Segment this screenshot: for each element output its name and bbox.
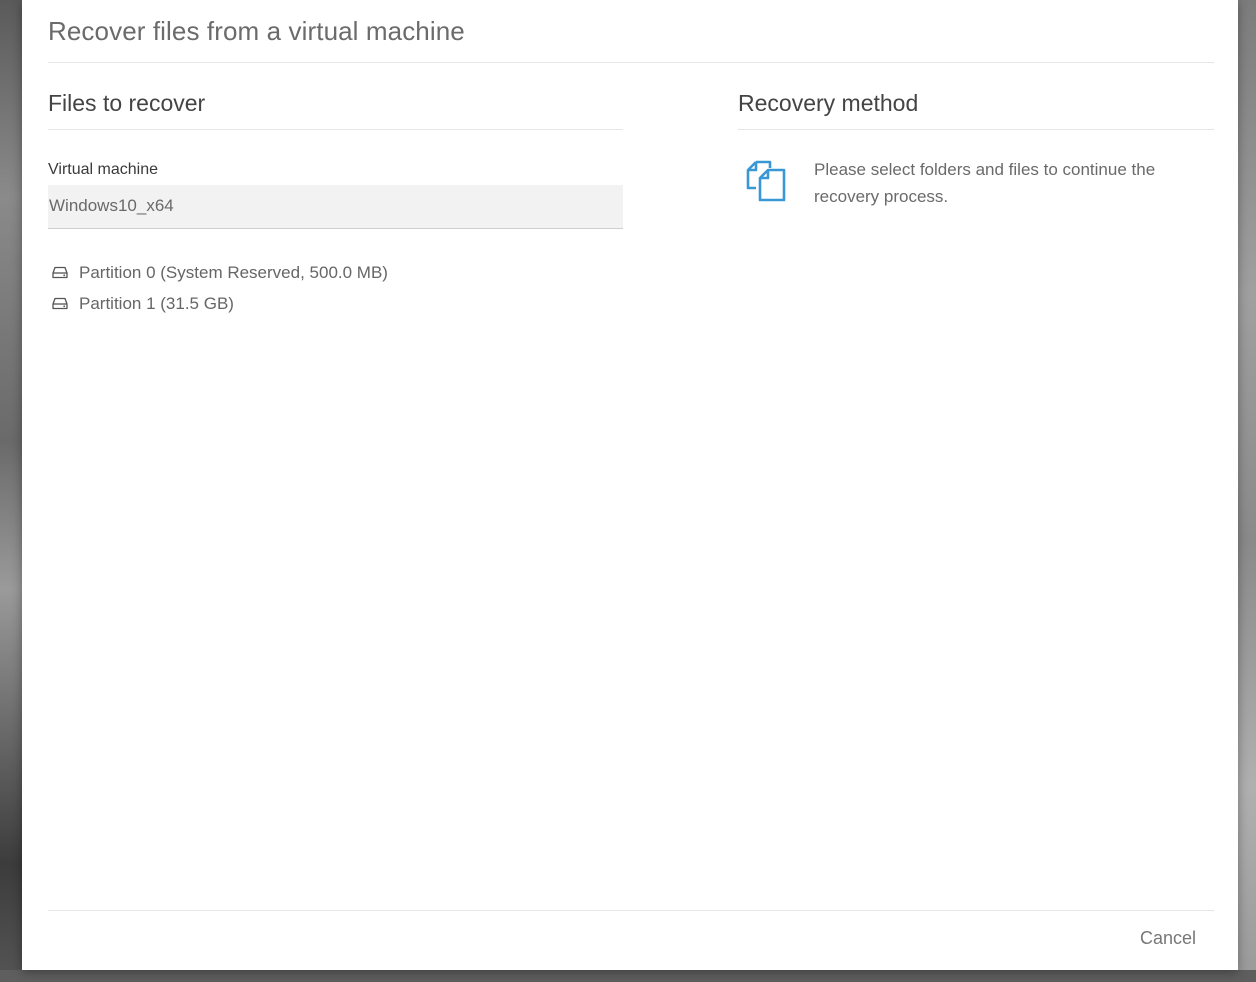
hard-drive-icon bbox=[52, 296, 74, 312]
files-to-recover-title: Files to recover bbox=[48, 90, 206, 116]
files-to-recover-section: Files to recover Virtual machine Windows… bbox=[48, 88, 623, 319]
background-bottom bbox=[0, 970, 1256, 982]
background-right bbox=[1238, 0, 1256, 982]
virtual-machine-label: Virtual machine bbox=[48, 161, 158, 178]
section-divider bbox=[738, 129, 1214, 130]
background-left bbox=[0, 0, 22, 982]
recovery-method-title: Recovery method bbox=[738, 90, 919, 116]
recovery-method-message: Please select folders and files to conti… bbox=[814, 160, 1156, 206]
partition-item-1[interactable]: Partition 1 (31.5 GB) bbox=[48, 288, 623, 319]
hard-drive-icon bbox=[52, 265, 74, 281]
recovery-method-section: Recovery method Please select folders an… bbox=[738, 88, 1214, 210]
virtual-machine-field: Windows10_x64 bbox=[48, 185, 623, 229]
partition-item-0[interactable]: Partition 0 (System Reserved, 500.0 MB) bbox=[48, 257, 623, 288]
copy-files-icon bbox=[742, 156, 796, 208]
partition-list: Partition 0 (System Reserved, 500.0 MB) … bbox=[48, 257, 623, 319]
dialog-title: Recover files from a virtual machine bbox=[48, 16, 465, 46]
cancel-button[interactable]: Cancel bbox=[1140, 928, 1196, 949]
partition-label: Partition 0 (System Reserved, 500.0 MB) bbox=[79, 262, 388, 282]
section-divider bbox=[48, 129, 623, 130]
recover-files-dialog: Recover files from a virtual machine Fil… bbox=[22, 0, 1238, 970]
footer-divider bbox=[48, 910, 1214, 911]
recovery-method-message-row: Please select folders and files to conti… bbox=[738, 156, 1214, 210]
partition-label: Partition 1 (31.5 GB) bbox=[79, 293, 234, 313]
title-divider bbox=[48, 62, 1214, 63]
